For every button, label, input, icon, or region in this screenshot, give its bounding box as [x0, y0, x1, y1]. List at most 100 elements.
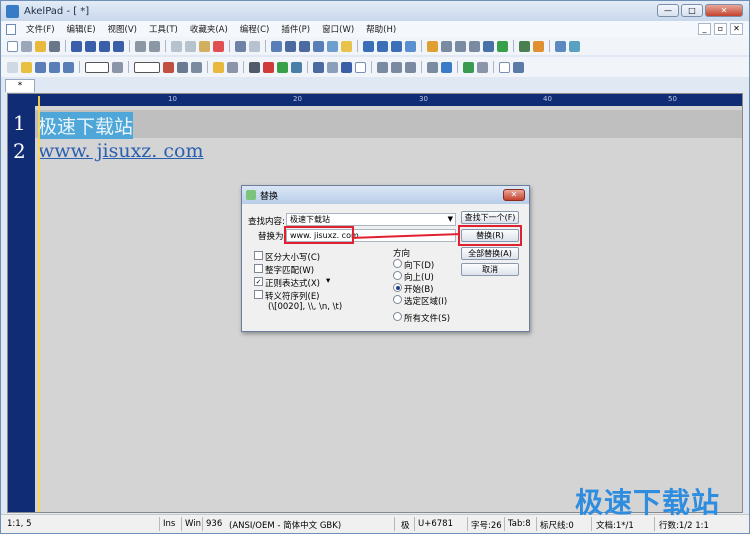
sync-icon[interactable] [35, 61, 46, 73]
line-text-selected[interactable]: 极速下载站 [38, 112, 134, 139]
list-icon[interactable] [427, 61, 438, 73]
dialog-title-bar[interactable]: 替换 ✕ [242, 186, 529, 204]
mdi-minimize-button[interactable]: _ [698, 23, 711, 35]
clipboard-icon[interactable] [177, 61, 188, 73]
encoding-name[interactable]: (ANSI/OEM - 简体中文 GBK) [229, 519, 341, 531]
find-next-up-icon[interactable] [299, 40, 310, 52]
tab-untitled[interactable]: * [5, 79, 35, 92]
escape-sequences-checkbox[interactable] [254, 290, 263, 299]
wrench-icon[interactable] [483, 40, 494, 52]
save-icon[interactable] [71, 40, 82, 52]
direction-down-radio[interactable] [393, 259, 402, 268]
save-copy-icon[interactable] [341, 61, 352, 73]
bookmark-icon[interactable] [341, 40, 352, 52]
goto-icon[interactable] [327, 40, 338, 52]
dialog-close-button[interactable]: ✕ [503, 189, 525, 201]
menu-edit[interactable]: 编辑(E) [61, 23, 102, 35]
delete-icon[interactable] [213, 40, 224, 52]
font-bold-icon[interactable] [377, 40, 388, 52]
minimize-button[interactable]: — [657, 4, 679, 17]
close-button[interactable]: ✕ [705, 4, 743, 17]
folder-icon[interactable] [213, 61, 224, 73]
zoom-icon[interactable] [191, 61, 202, 73]
menu-file[interactable]: 文件(F) [20, 23, 61, 35]
recent-files-icon[interactable] [49, 40, 60, 52]
color-icon[interactable] [405, 40, 416, 52]
indent-icon[interactable] [391, 61, 402, 73]
page-icon[interactable] [355, 61, 366, 73]
all-files-radio[interactable] [393, 312, 402, 321]
settings-icon[interactable] [533, 40, 544, 52]
split-icon[interactable] [441, 40, 452, 52]
play-step-icon[interactable] [291, 61, 302, 73]
link-icon[interactable] [49, 61, 60, 73]
highlight-icon[interactable] [427, 40, 438, 52]
direction-selection-radio[interactable] [393, 295, 402, 304]
direction-beginning-radio[interactable] [393, 283, 402, 292]
new-window-icon[interactable] [21, 40, 32, 52]
title-bar[interactable]: AkelPad - [ *] — □ ✕ [1, 1, 749, 21]
cut-icon[interactable] [171, 40, 182, 52]
find-next-down-icon[interactable] [285, 40, 296, 52]
new-file-icon[interactable] [7, 40, 18, 52]
line-text-url[interactable]: www. jisuxz. com [38, 140, 203, 162]
record-icon[interactable] [263, 61, 274, 73]
insert-mode[interactable]: Ins [163, 519, 175, 529]
tile-icon[interactable] [569, 40, 580, 52]
paste-icon[interactable] [199, 40, 210, 52]
print-icon[interactable] [135, 40, 146, 52]
split-horizontal-icon[interactable] [469, 40, 480, 52]
regex-checkbox[interactable]: ✓ [254, 277, 263, 286]
record-macro-icon[interactable] [7, 61, 18, 73]
chevron-down-icon[interactable]: ▼ [448, 214, 453, 225]
find-combobox[interactable]: 极速下载站 ▼ [286, 213, 456, 226]
mdi-close-button[interactable]: ✕ [730, 23, 743, 35]
refresh-icon[interactable] [63, 61, 74, 73]
whole-word-checkbox[interactable] [254, 264, 263, 273]
play-icon[interactable] [277, 61, 288, 73]
mdi-restore-button[interactable]: ▫ [714, 23, 727, 35]
codepage[interactable]: 936 [206, 519, 222, 529]
menu-help[interactable]: 帮助(H) [360, 23, 402, 35]
save-all-close-icon[interactable] [113, 40, 124, 52]
replace-all-button[interactable]: 全部替换(A) [461, 247, 519, 260]
menu-coder[interactable]: 编程(C) [234, 23, 276, 35]
match-case-checkbox[interactable] [254, 251, 263, 260]
close-marker-dropdown-icon[interactable] [85, 61, 109, 73]
run-icon[interactable] [497, 40, 508, 52]
stop-icon[interactable] [249, 61, 260, 73]
pilcrow-icon[interactable] [112, 61, 123, 73]
cancel-button[interactable]: 取消 [461, 263, 519, 276]
save-as-icon[interactable] [85, 40, 96, 52]
redo-icon[interactable] [249, 40, 260, 52]
menu-plugins[interactable]: 插件(P) [275, 23, 316, 35]
menu-favorites[interactable]: 收藏夹(A) [184, 23, 234, 35]
blank-page-icon[interactable] [499, 61, 510, 73]
font-icon[interactable] [363, 40, 374, 52]
layout-dropdown-icon[interactable] [134, 61, 160, 73]
replace-icon[interactable] [313, 40, 324, 52]
grid-icon[interactable] [513, 61, 524, 73]
blue-square-icon[interactable] [441, 61, 452, 73]
find-icon[interactable] [271, 40, 282, 52]
window-icon[interactable] [555, 40, 566, 52]
plugin-icon[interactable] [519, 40, 530, 52]
menu-tools[interactable]: 工具(T) [143, 23, 184, 35]
save-all-icon[interactable] [99, 40, 110, 52]
direction-up-radio[interactable] [393, 271, 402, 280]
menu-view[interactable]: 视图(V) [102, 23, 143, 35]
find-next-button[interactable]: 查找下一个(F) [461, 211, 519, 224]
lightbulb-icon[interactable] [21, 61, 32, 73]
undo-icon[interactable] [235, 40, 246, 52]
script-icon[interactable] [313, 61, 324, 73]
maximize-button[interactable]: □ [681, 4, 703, 17]
document-icon[interactable] [6, 23, 16, 35]
align-icon[interactable] [405, 61, 416, 73]
document-properties-icon[interactable] [163, 61, 174, 73]
tab-size[interactable]: Tab:8 [508, 519, 531, 529]
split-vertical-icon[interactable] [455, 40, 466, 52]
transpose-icon[interactable] [477, 61, 488, 73]
menu-window[interactable]: 窗口(W) [316, 23, 360, 35]
format-icon[interactable] [327, 61, 338, 73]
open-folder-icon[interactable] [35, 40, 46, 52]
